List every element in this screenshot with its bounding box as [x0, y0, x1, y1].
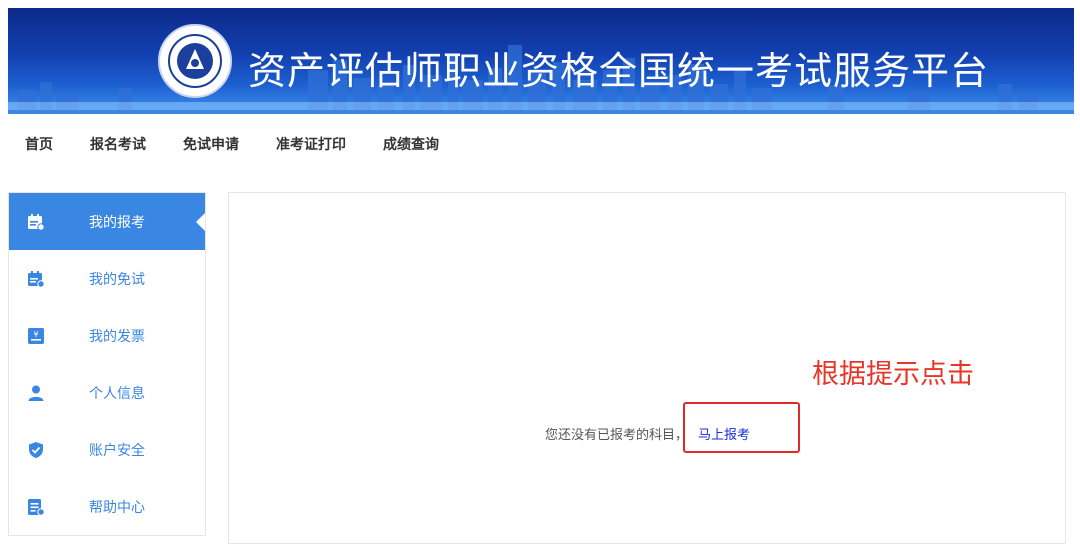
nav-exemption-apply[interactable]: 免试申请 [183, 134, 239, 156]
banner-divider [8, 110, 1074, 114]
user-icon [26, 383, 46, 403]
sidebar-item-personal-info[interactable]: 个人信息 [9, 364, 205, 421]
annotation-text: 根据提示点击 [812, 359, 974, 390]
calendar-icon [26, 212, 46, 232]
sidebar-item-my-registration[interactable]: 我的报考 [9, 193, 205, 250]
sidebar-item-help-center[interactable]: 帮助中心 [9, 478, 205, 535]
sidebar-item-label: 我的报考 [89, 214, 145, 231]
sidebar-item-account-security[interactable]: 账户安全 [9, 421, 205, 478]
nav-admission-ticket-print[interactable]: 准考证打印 [276, 134, 346, 156]
banner-title: 资产评估师职业资格全国统一考试服务平台 [248, 49, 990, 93]
svg-text:¥: ¥ [33, 330, 38, 339]
sidebar-item-my-exemption[interactable]: 我的免试 [9, 250, 205, 307]
association-logo-icon [158, 24, 232, 98]
invoice-icon: ¥ [26, 326, 46, 346]
sidebar: 我的报考 我的免试 ¥ 我的发票 个人信息 账户安全 帮助中心 [8, 192, 206, 536]
nav-register-exam[interactable]: 报名考试 [90, 134, 146, 156]
top-nav: 首页 报名考试 免试申请 准考证打印 成绩查询 [25, 134, 439, 156]
sidebar-item-label: 帮助中心 [89, 499, 145, 516]
help-doc-icon [26, 497, 46, 517]
empty-registration-message: 您还没有已报考的科目， [545, 428, 689, 443]
sidebar-item-label: 账户安全 [89, 442, 145, 459]
sidebar-item-label: 我的发票 [89, 328, 145, 345]
sidebar-item-label: 个人信息 [89, 385, 145, 402]
header-banner: 资产评估师职业资格全国统一考试服务平台 [8, 8, 1074, 110]
nav-score-query[interactable]: 成绩查询 [383, 134, 439, 156]
calendar-check-icon [26, 269, 46, 289]
annotation-highlight-box [683, 402, 800, 453]
sidebar-item-label: 我的免试 [89, 271, 145, 288]
nav-home[interactable]: 首页 [25, 134, 53, 156]
shield-icon [26, 440, 46, 460]
sidebar-item-my-invoice[interactable]: ¥ 我的发票 [9, 307, 205, 364]
